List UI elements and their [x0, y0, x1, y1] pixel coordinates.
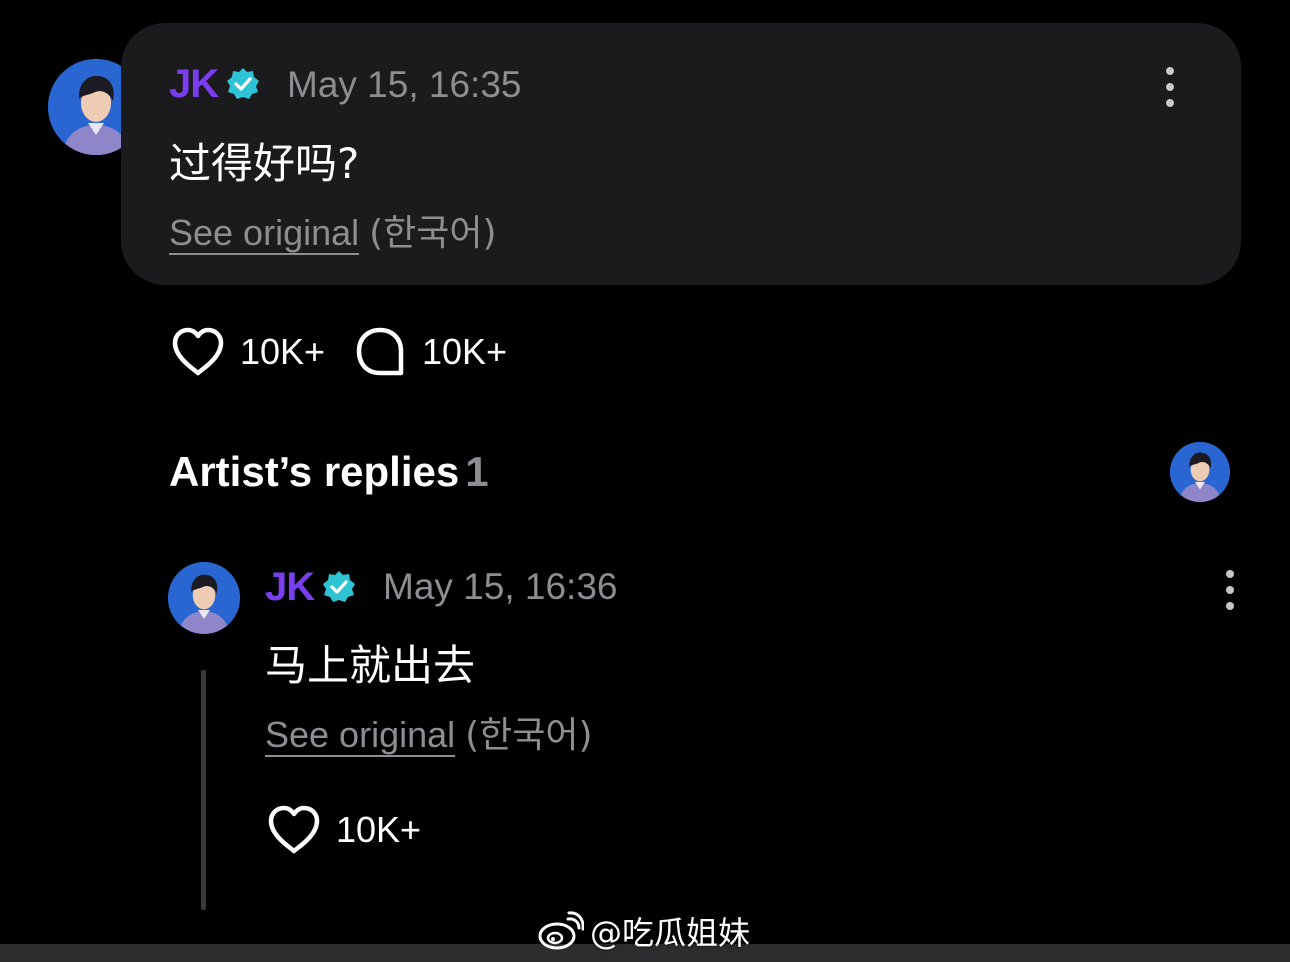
reply-author-avatar[interactable]	[168, 562, 240, 634]
post-more-options-icon[interactable]	[1164, 67, 1176, 107]
kebab-dot	[1166, 83, 1174, 91]
comment-icon	[356, 327, 404, 376]
see-original-link[interactable]: See original	[169, 212, 359, 253]
post-author-name[interactable]: JK	[169, 62, 219, 107]
kebab-dot	[1166, 67, 1174, 75]
kebab-dot	[1226, 570, 1234, 578]
original-language-label: (한국어)	[465, 715, 593, 756]
post-text: 过得好吗?	[169, 139, 360, 188]
see-original-link[interactable]: See original	[265, 714, 455, 755]
verified-badge-icon	[226, 67, 260, 101]
like-count: 10K+	[336, 809, 422, 850]
heart-icon	[172, 327, 224, 376]
reply-like-stat[interactable]: 10K+	[266, 804, 421, 856]
kebab-dot	[1226, 602, 1234, 610]
heart-icon	[268, 805, 320, 854]
like-count: 10K+	[240, 331, 326, 372]
replies-artist-avatar[interactable]	[1170, 442, 1230, 502]
artist-replies-title: Artist’s replies	[169, 448, 460, 495]
weibo-watermark: @吃瓜姐妹	[538, 908, 750, 954]
reply-thread-line	[201, 670, 206, 910]
post-timestamp: May 15, 16:35	[287, 64, 522, 105]
reply-text: 马上就出去	[265, 641, 476, 690]
original-language-label: (한국어)	[369, 213, 497, 254]
artist-replies-heading: Artist’s replies 1	[169, 448, 489, 496]
reply-more-options-icon[interactable]	[1224, 570, 1236, 610]
post-comment-stat[interactable]: 10K+	[354, 326, 507, 378]
avatar-image	[1170, 442, 1230, 502]
comment-count: 10K+	[422, 331, 508, 372]
kebab-dot	[1226, 586, 1234, 594]
weibo-logo-icon	[538, 911, 584, 950]
reply-author-name[interactable]: JK	[265, 565, 315, 610]
artist-replies-count: 1	[465, 448, 489, 495]
kebab-dot	[1166, 99, 1174, 107]
verified-badge-icon	[322, 570, 356, 604]
reply-see-original[interactable]: See original (한국어)	[265, 706, 593, 758]
post-see-original[interactable]: See original (한국어)	[169, 204, 497, 256]
reply-timestamp: May 15, 16:36	[383, 566, 618, 607]
watermark-text: @吃瓜姐妹	[590, 914, 751, 952]
avatar-image	[168, 562, 240, 634]
post-like-stat[interactable]: 10K+	[170, 326, 325, 378]
